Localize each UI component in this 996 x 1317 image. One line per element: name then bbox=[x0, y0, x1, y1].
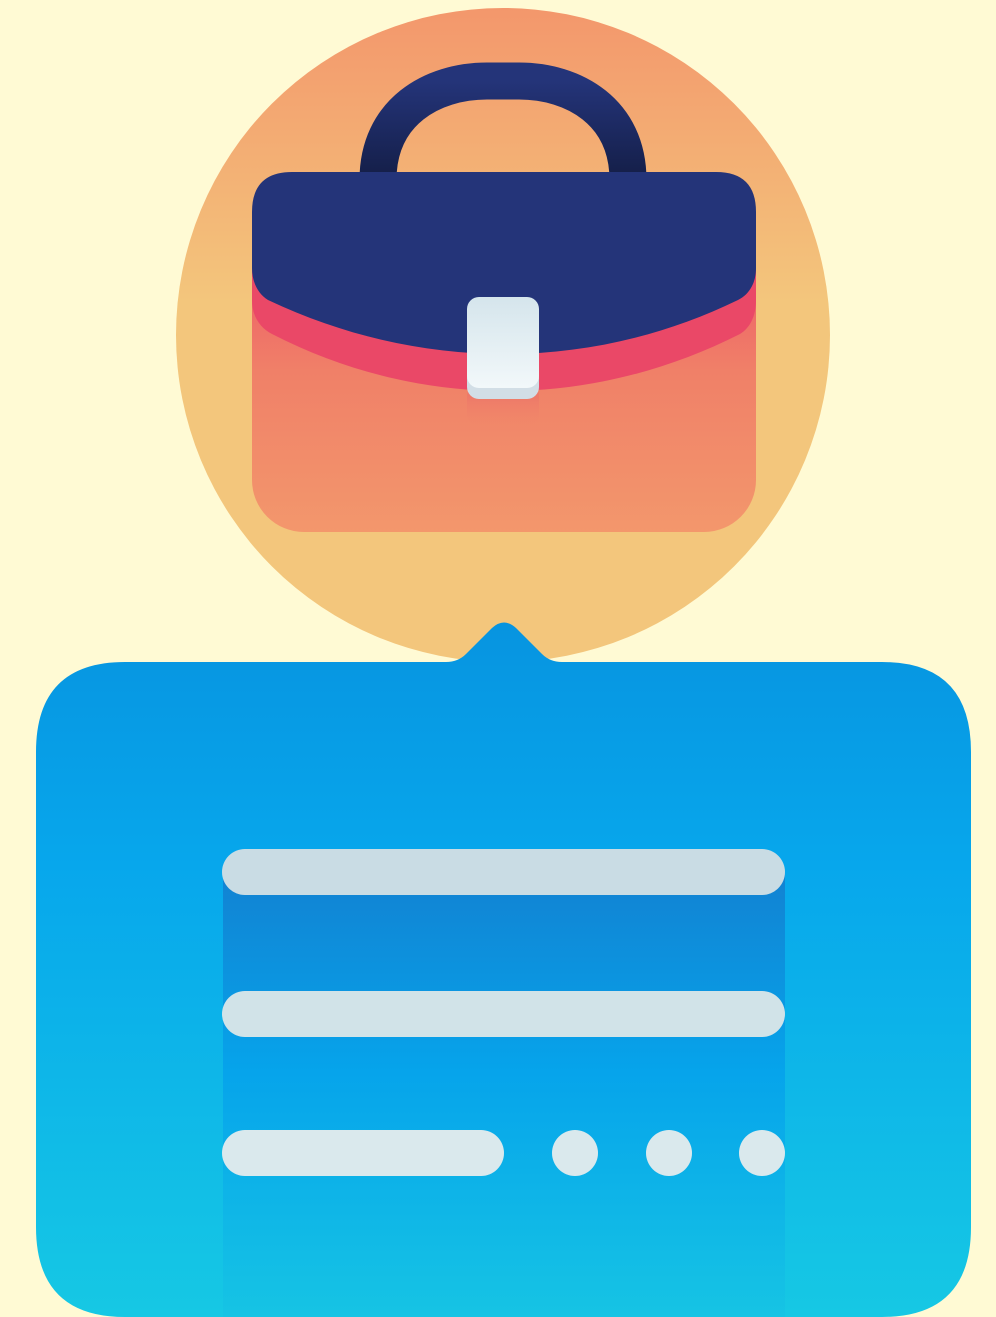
text-line-3 bbox=[222, 1130, 504, 1176]
ellipsis-icon bbox=[552, 1130, 785, 1176]
text-lines-icon bbox=[222, 849, 785, 1317]
text-panel bbox=[223, 872, 785, 1317]
ellipsis-dot-3 bbox=[739, 1130, 785, 1176]
ellipsis-dot-1 bbox=[552, 1130, 598, 1176]
text-line-1 bbox=[222, 849, 785, 895]
briefcase-clasp bbox=[467, 297, 539, 388]
illustration-canvas bbox=[0, 0, 996, 1317]
briefcase-chat-illustration bbox=[36, 8, 971, 1317]
text-line-2 bbox=[222, 991, 785, 1037]
ellipsis-dot-2 bbox=[646, 1130, 692, 1176]
